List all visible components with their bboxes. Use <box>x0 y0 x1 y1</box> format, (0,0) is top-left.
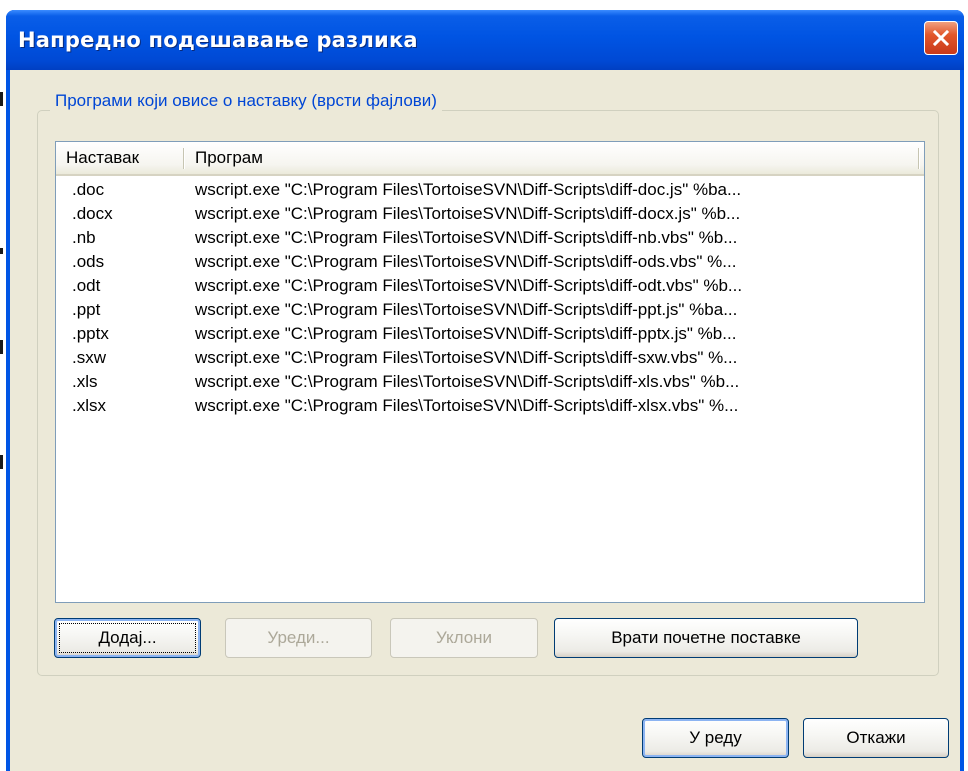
desktop-edge-mark <box>0 340 3 354</box>
column-separator[interactable] <box>183 148 184 169</box>
groupbox-label: Програми који овисе о наставку (врсти фа… <box>50 91 442 111</box>
extension-cell: .pptx <box>72 324 109 343</box>
list-row[interactable]: .xlsx wscript.exe "C:\Program Files\Tort… <box>56 394 924 418</box>
extension-cell: .odt <box>72 276 101 295</box>
extension-cell: .sxw <box>72 348 106 367</box>
ok-button[interactable]: У реду <box>642 718 789 758</box>
program-cell: wscript.exe "C:\Program Files\TortoiseSV… <box>195 324 737 343</box>
column-header-program[interactable]: Програм <box>185 142 920 174</box>
window-title: Напредно подешавање разлика <box>18 28 418 52</box>
add-button[interactable]: Додај... <box>54 618 201 658</box>
list-row[interactable]: .ppt wscript.exe "C:\Program Files\Torto… <box>56 298 924 322</box>
program-cell: wscript.exe "C:\Program Files\TortoiseSV… <box>195 276 743 295</box>
program-cell: wscript.exe "C:\Program Files\TortoiseSV… <box>195 300 738 319</box>
ok-button-label: У реду <box>689 728 742 747</box>
list-rows: .doc wscript.exe "C:\Program Files\Torto… <box>56 178 924 418</box>
program-cell: wscript.exe "C:\Program Files\TortoiseSV… <box>195 204 741 223</box>
remove-button-label: Уклони <box>435 628 493 647</box>
desktop-edge-mark <box>0 248 3 254</box>
close-icon <box>932 29 950 47</box>
restore-defaults-button-label: Врати почетне поставке <box>611 628 801 647</box>
dialog-client-area: Програми који овисе о наставку (врсти фа… <box>10 70 960 771</box>
program-cell: wscript.exe "C:\Program Files\TortoiseSV… <box>195 348 738 367</box>
list-row[interactable]: .odt wscript.exe "C:\Program Files\Torto… <box>56 274 924 298</box>
cancel-button[interactable]: Откажи <box>803 718 949 758</box>
extension-cell: .ods <box>72 252 105 271</box>
extension-program-list[interactable]: Наставак Програм .doc wscript.exe "C:\Pr… <box>55 141 925 603</box>
extension-cell: .nb <box>72 228 96 247</box>
add-button-label: Додај... <box>98 628 157 647</box>
cancel-button-label: Откажи <box>846 728 906 747</box>
list-row[interactable]: .ods wscript.exe "C:\Program Files\Torto… <box>56 250 924 274</box>
list-header: Наставак Програм <box>56 142 924 176</box>
extension-cell: .doc <box>72 180 105 199</box>
program-cell: wscript.exe "C:\Program Files\TortoiseSV… <box>195 396 739 415</box>
program-cell: wscript.exe "C:\Program Files\TortoiseSV… <box>195 228 738 247</box>
restore-defaults-button[interactable]: Врати почетне поставке <box>554 618 858 658</box>
desktop-edge-mark <box>0 92 3 106</box>
program-cell: wscript.exe "C:\Program Files\TortoiseSV… <box>195 180 742 199</box>
close-button[interactable] <box>924 21 958 55</box>
program-cell: wscript.exe "C:\Program Files\TortoiseSV… <box>195 252 737 271</box>
list-row[interactable]: .nb wscript.exe "C:\Program Files\Tortoi… <box>56 226 924 250</box>
list-row[interactable]: .pptx wscript.exe "C:\Program Files\Tort… <box>56 322 924 346</box>
dialog-window: Напредно подешавање разлика Програми кој… <box>6 10 964 771</box>
remove-button[interactable]: Уклони <box>390 618 538 658</box>
list-row[interactable]: .sxw wscript.exe "C:\Program Files\Torto… <box>56 346 924 370</box>
screen: Напредно подешавање разлика Програми кој… <box>0 0 968 771</box>
extension-cell: .docx <box>72 204 113 223</box>
extension-cell: .xlsx <box>72 396 106 415</box>
column-header-extension[interactable]: Наставак <box>56 142 185 174</box>
program-cell: wscript.exe "C:\Program Files\TortoiseSV… <box>195 372 740 391</box>
desktop-edge-mark <box>0 455 3 469</box>
list-row[interactable]: .docx wscript.exe "C:\Program Files\Tort… <box>56 202 924 226</box>
list-row[interactable]: .xls wscript.exe "C:\Program Files\Torto… <box>56 370 924 394</box>
extension-cell: .xls <box>72 372 98 391</box>
edit-button-label: Уреди... <box>267 628 330 647</box>
extension-cell: .ppt <box>72 300 101 319</box>
list-row[interactable]: .doc wscript.exe "C:\Program Files\Torto… <box>56 178 924 202</box>
edit-button[interactable]: Уреди... <box>225 618 372 658</box>
column-separator[interactable] <box>918 148 919 169</box>
title-bar[interactable]: Напредно подешавање разлика <box>6 10 964 70</box>
